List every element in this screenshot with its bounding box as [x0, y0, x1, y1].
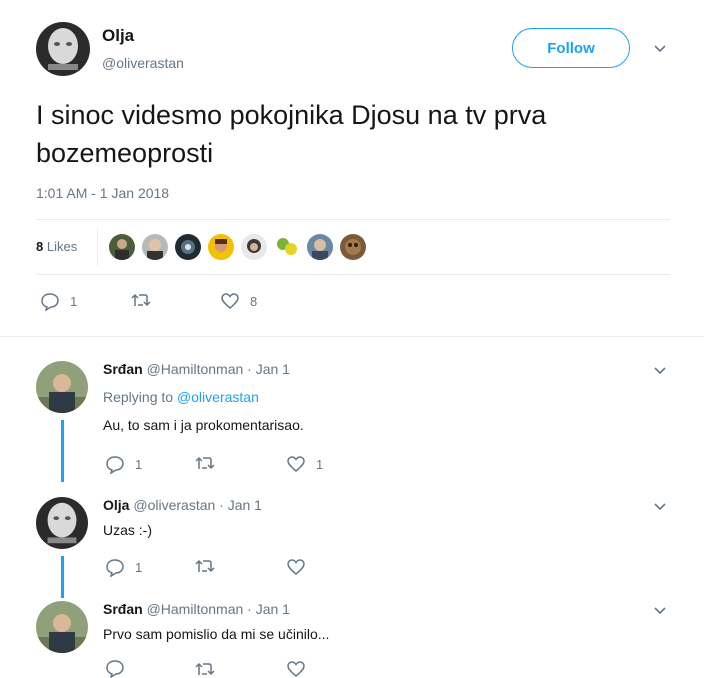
like-action[interactable]: 8: [220, 292, 257, 310]
reply-author-handle[interactable]: @oliverastan: [133, 497, 215, 513]
liker-avatar[interactable]: [208, 234, 234, 260]
liker-avatar[interactable]: [109, 234, 135, 260]
tweet-timestamp[interactable]: 1:01 AM - 1 Jan 2018: [36, 185, 169, 201]
reply-avatar[interactable]: [36, 497, 88, 549]
reply-icon: [41, 293, 59, 311]
reply-action[interactable]: 1: [105, 455, 142, 474]
retweet-icon: [195, 456, 215, 470]
chevron-down-icon[interactable]: [653, 42, 667, 56]
chevron-down-icon[interactable]: [653, 604, 667, 618]
replying-handle-link[interactable]: @oliverastan: [177, 389, 259, 405]
heart-icon: [287, 559, 305, 575]
reply-icon: [106, 456, 124, 474]
retweet-icon: [195, 559, 215, 573]
like-count: 1: [316, 456, 324, 472]
reply-date[interactable]: · Jan 1: [219, 497, 262, 513]
divider: [0, 336, 704, 337]
replying-to: Replying to @oliverastan: [103, 389, 259, 405]
reply-text: Au, to sam i ja prokomentarisao.: [103, 417, 304, 433]
retweet-action[interactable]: [130, 292, 162, 308]
likes-count: 8: [36, 239, 44, 254]
tweet-text: I sinoc videsmo pokojnika Djosu na tv pr…: [36, 100, 547, 168]
reply-header: Srđan @Hamiltonman · Jan 1: [103, 361, 290, 377]
divider: [36, 219, 670, 220]
liker-avatar[interactable]: [175, 234, 201, 260]
reply-author-name[interactable]: Srđan: [103, 361, 143, 377]
reply-author-handle[interactable]: @Hamiltonman: [147, 601, 244, 617]
author-name[interactable]: Olja: [102, 26, 134, 46]
reply-text: Prvo sam pomislio da mi se učinilo...: [103, 626, 330, 642]
reply-avatar[interactable]: [36, 601, 88, 653]
reply-text: Uzas :-): [103, 522, 152, 538]
like-action[interactable]: [286, 660, 316, 678]
follow-button[interactable]: Follow: [512, 28, 630, 68]
like-action[interactable]: 1: [286, 455, 323, 473]
liker-avatar[interactable]: [340, 234, 366, 260]
like-count: 8: [250, 293, 258, 309]
liker-avatar[interactable]: [307, 234, 333, 260]
author-avatar[interactable]: [36, 22, 90, 76]
reply-action[interactable]: 1: [40, 292, 77, 311]
reply-header: Olja @oliverastan · Jan 1: [103, 497, 262, 513]
likes-word: Likes: [46, 239, 78, 254]
liker-avatar[interactable]: [274, 234, 300, 260]
reply-count: 1: [135, 457, 143, 472]
likes-separator: [97, 228, 98, 266]
retweet-action[interactable]: [194, 558, 226, 574]
replying-prefix: Replying to: [103, 389, 174, 405]
reply-icon: [106, 559, 124, 577]
likes-summary[interactable]: 8 Likes: [36, 239, 77, 254]
heart-icon: [221, 293, 239, 309]
reply-author-name[interactable]: Olja: [103, 497, 129, 513]
liker-avatar[interactable]: [142, 234, 168, 260]
reply-avatar[interactable]: [36, 361, 88, 413]
reply-count: 1: [135, 560, 143, 575]
retweet-icon: [131, 293, 151, 307]
reply-author-name[interactable]: Srđan: [103, 601, 143, 617]
thread-line: [61, 556, 64, 598]
retweet-action[interactable]: [194, 661, 226, 677]
reply-count: 1: [70, 294, 78, 309]
reply-date[interactable]: · Jan 1: [247, 361, 290, 377]
author-handle[interactable]: @oliverastan: [102, 55, 184, 71]
reply-action[interactable]: 1: [105, 558, 142, 577]
divider: [36, 274, 670, 275]
reply-icon: [106, 660, 124, 678]
reply-header: Srđan @Hamiltonman · Jan 1: [103, 601, 290, 617]
heart-icon: [287, 661, 305, 677]
retweet-icon: [195, 662, 215, 676]
reply-action[interactable]: [105, 659, 135, 678]
liker-avatar[interactable]: [241, 234, 267, 260]
chevron-down-icon[interactable]: [653, 364, 667, 378]
retweet-action[interactable]: [194, 455, 226, 471]
reply-date[interactable]: · Jan 1: [247, 601, 290, 617]
thread-line: [61, 420, 64, 482]
heart-icon: [287, 456, 305, 472]
reply-author-handle[interactable]: @Hamiltonman: [147, 361, 244, 377]
like-action[interactable]: [286, 558, 316, 576]
chevron-down-icon[interactable]: [653, 500, 667, 514]
